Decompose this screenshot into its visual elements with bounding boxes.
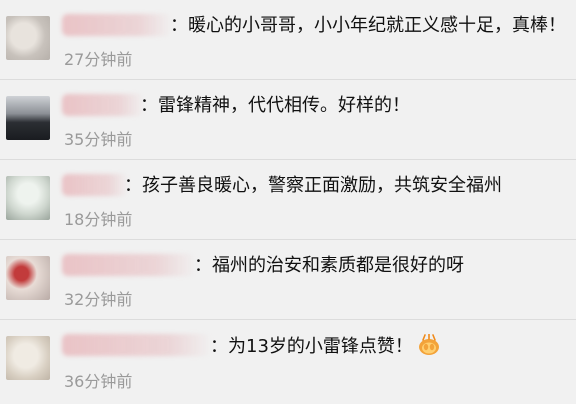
comment-time: 32分钟前 (64, 290, 133, 309)
avatar[interactable] (6, 256, 50, 300)
blurred-username[interactable] (62, 174, 128, 196)
blurred-username[interactable] (62, 254, 196, 276)
comment-row: ：暖心的小哥哥，小小年纪就正义感十足，真棒！ 27分钟前 (0, 0, 576, 80)
blurred-username[interactable] (62, 334, 212, 356)
blurred-username[interactable] (62, 94, 144, 116)
comment-row: ：福州的治安和素质都是很好的呀 32分钟前 (0, 240, 576, 320)
avatar[interactable] (6, 16, 50, 60)
comment-text-wrapper: ：为13岁的小雷锋点赞！ (210, 333, 441, 359)
comment-list: ：暖心的小哥哥，小小年纪就正义感十足，真棒！ 27分钟前 ：雷锋精神，代代相传。… (0, 0, 576, 404)
clapping-hands-emoji-icon (417, 333, 441, 356)
comment-text: ：福州的治安和素质都是很好的呀 (194, 255, 464, 276)
comment-row: ：为13岁的小雷锋点赞！ 36分钟前 (0, 320, 576, 404)
comment-text: ：为13岁的小雷锋点赞！ (210, 336, 413, 357)
comment-time: 18分钟前 (64, 210, 133, 229)
comment-time: 27分钟前 (64, 50, 133, 69)
comment-time: 36分钟前 (64, 372, 133, 391)
blurred-username[interactable] (62, 14, 172, 36)
comment-row: ：孩子善良暖心，警察正面激励，共筑安全福州 18分钟前 (0, 160, 576, 240)
comment-text: ：雷锋精神，代代相传。好样的！ (140, 95, 410, 116)
avatar[interactable] (6, 176, 50, 220)
comment-text: ：暖心的小哥哥，小小年纪就正义感十足，真棒！ (170, 15, 566, 36)
avatar[interactable] (6, 336, 50, 380)
comment-text: ：孩子善良暖心，警察正面激励，共筑安全福州 (124, 175, 502, 196)
avatar[interactable] (6, 96, 50, 140)
comment-time: 35分钟前 (64, 130, 133, 149)
comment-row: ：雷锋精神，代代相传。好样的！ 35分钟前 (0, 80, 576, 160)
